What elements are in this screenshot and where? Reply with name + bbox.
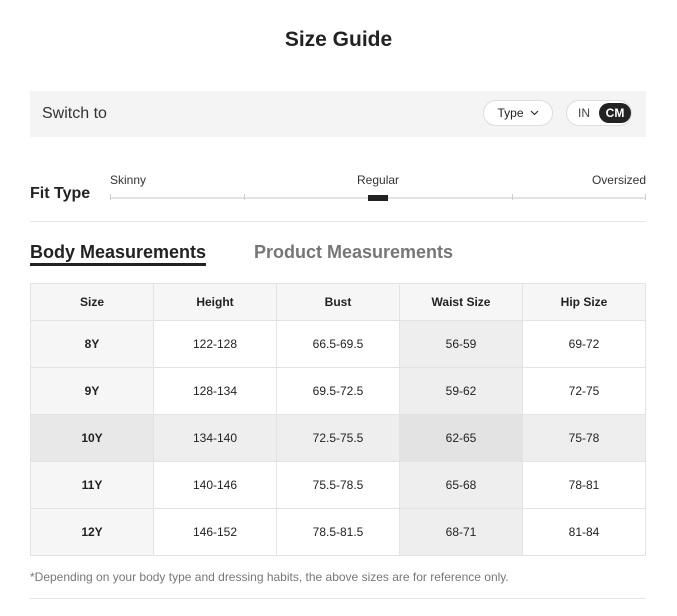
chevron-down-icon: [530, 110, 539, 116]
column-header: Bust: [276, 283, 400, 321]
fit-type-label: Fit Type: [30, 185, 91, 202]
unit-in-option[interactable]: IN: [569, 103, 599, 123]
size-cell: 11Y: [30, 461, 154, 509]
hip-cell: 72-75: [522, 367, 646, 415]
table-row[interactable]: 8Y 122-128 66.5-69.5 56-59 69-72: [30, 320, 646, 368]
table-row-highlighted[interactable]: 10Y 134-140 72.5-75.5 62-65 75-78: [30, 414, 646, 462]
size-table: Size Height Bust Waist Size Hip Size 8Y …: [30, 283, 646, 556]
unit-toggle: IN CM: [566, 100, 632, 126]
reference-note: *Depending on your body type and dressin…: [30, 570, 509, 584]
waist-cell: 65-68: [399, 461, 523, 509]
size-cell: 8Y: [30, 320, 154, 368]
height-cell: 134-140: [153, 414, 277, 462]
active-tab-underline: [30, 263, 206, 266]
bust-cell: 78.5-81.5: [276, 508, 400, 556]
bust-cell: 72.5-75.5: [276, 414, 400, 462]
switch-to-label: Switch to: [42, 105, 107, 122]
table-header-row: Size Height Bust Waist Size Hip Size: [30, 283, 646, 321]
type-dropdown-label: Type: [497, 106, 524, 120]
height-cell: 146-152: [153, 508, 277, 556]
table-row[interactable]: 11Y 140-146 75.5-78.5 65-68 78-81: [30, 461, 646, 509]
page-title: Size Guide: [284, 28, 393, 51]
fit-scale-marker: [368, 195, 388, 201]
column-header: Height: [153, 283, 277, 321]
fit-scale-tick: [244, 194, 245, 200]
column-header: Hip Size: [522, 283, 646, 321]
size-cell: 10Y: [30, 414, 154, 462]
unit-cm-option[interactable]: CM: [599, 103, 631, 123]
waist-cell: 56-59: [399, 320, 523, 368]
bust-cell: 66.5-69.5: [276, 320, 400, 368]
bust-cell: 75.5-78.5: [276, 461, 400, 509]
height-cell: 122-128: [153, 320, 277, 368]
size-cell: 12Y: [30, 508, 154, 556]
height-cell: 128-134: [153, 367, 277, 415]
section-divider: [30, 221, 646, 222]
size-guide-page: Size Guide Switch to Type IN CM Fit Type…: [0, 0, 677, 616]
waist-cell: 62-65: [399, 414, 523, 462]
unit-switch-bar: Switch to Type IN CM: [30, 91, 646, 137]
table-row[interactable]: 12Y 146-152 78.5-81.5 68-71 81-84: [30, 508, 646, 556]
tab-product-measurements[interactable]: Product Measurements: [254, 242, 453, 263]
type-dropdown-button[interactable]: Type: [483, 100, 553, 126]
hip-cell: 78-81: [522, 461, 646, 509]
waist-cell: 68-71: [399, 508, 523, 556]
fit-skinny-label: Skinny: [110, 173, 147, 187]
height-cell: 140-146: [153, 461, 277, 509]
hip-cell: 81-84: [522, 508, 646, 556]
column-header: Size: [30, 283, 154, 321]
hip-cell: 69-72: [522, 320, 646, 368]
bust-cell: 69.5-72.5: [276, 367, 400, 415]
footer-divider: [30, 598, 646, 599]
size-cell: 9Y: [30, 367, 154, 415]
fit-scale-tick: [110, 194, 111, 200]
fit-scale-tick: [645, 194, 646, 200]
table-row[interactable]: 9Y 128-134 69.5-72.5 59-62 72-75: [30, 367, 646, 415]
column-header: Waist Size: [399, 283, 523, 321]
hip-cell: 75-78: [522, 414, 646, 462]
waist-cell: 59-62: [399, 367, 523, 415]
tab-body-measurements[interactable]: Body Measurements: [30, 242, 206, 263]
fit-scale-tick: [512, 194, 513, 200]
fit-regular-label: Regular: [357, 173, 400, 187]
fit-oversized-label: Oversized: [591, 173, 646, 187]
